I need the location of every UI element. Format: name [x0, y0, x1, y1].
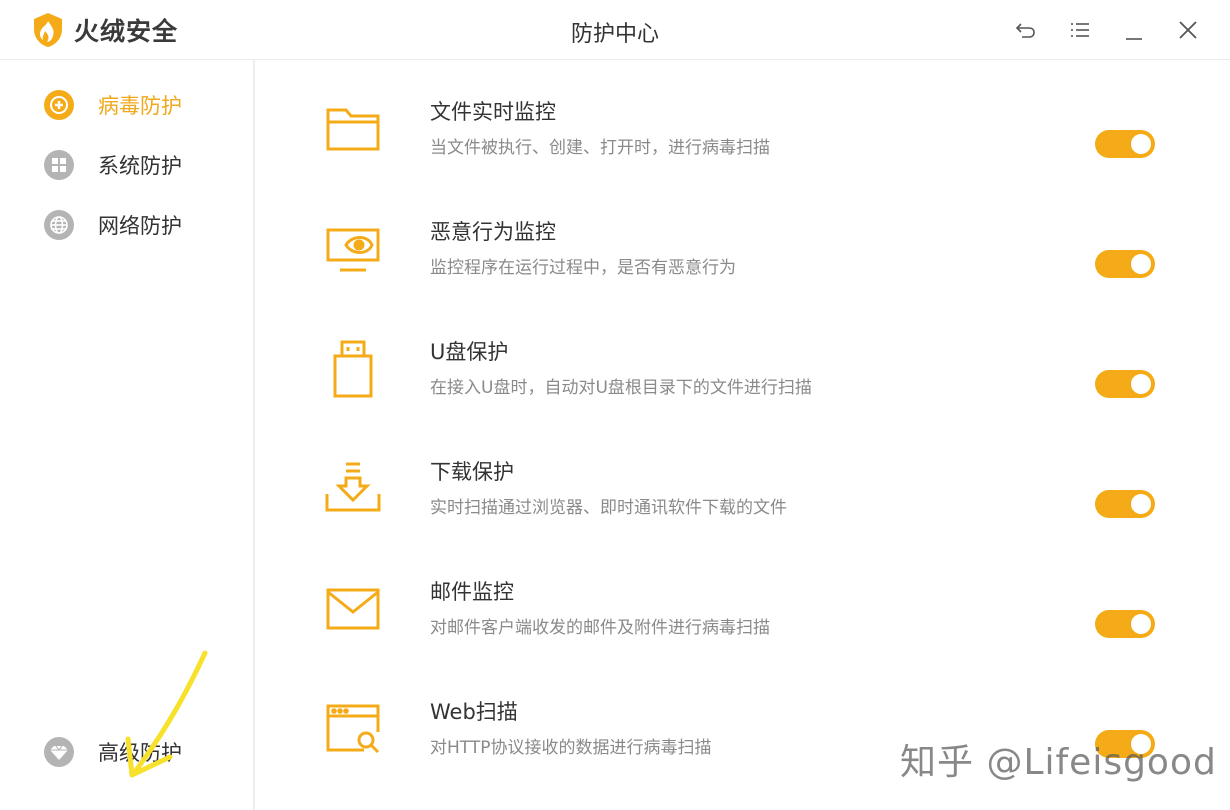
watermark: 知乎 @Lifeisgood — [900, 742, 1217, 783]
plus-circle-icon — [44, 90, 74, 120]
toggle-knob — [1131, 614, 1151, 634]
title-bar: 火绒安全 防护中心 — [0, 0, 1230, 60]
feature-toggle[interactable] — [1095, 610, 1155, 638]
toggle-knob — [1131, 374, 1151, 394]
sidebar-item-label: 网络防护 — [98, 214, 182, 238]
feature-toggle[interactable] — [1095, 250, 1155, 278]
feature-list: 文件实时监控 当文件被执行、创建、打开时，进行病毒扫描 恶意行为监控 监控程序在… — [258, 60, 1230, 810]
folder-icon — [326, 108, 380, 151]
feature-toggle[interactable] — [1095, 370, 1155, 398]
feature-title: 恶意行为监控 — [430, 220, 556, 244]
feature-description: 当文件被执行、创建、打开时，进行病毒扫描 — [430, 138, 770, 158]
feature-row-usb-protection: U盘保护 在接入U盘时，自动对U盘根目录下的文件进行扫描 — [258, 300, 1230, 410]
feature-description: 监控程序在运行过程中，是否有恶意行为 — [430, 258, 736, 278]
feature-row-malicious-behavior: 恶意行为监控 监控程序在运行过程中，是否有恶意行为 — [258, 180, 1230, 290]
back-icon[interactable] — [1012, 16, 1040, 44]
feature-row-download-protection: 下载保护 实时扫描通过浏览器、即时通讯软件下载的文件 — [258, 420, 1230, 530]
feature-title: Web扫描 — [430, 700, 518, 724]
feature-toggle[interactable] — [1095, 130, 1155, 158]
sidebar: 病毒防护 系统防护 网络防护 高级防护 — [0, 60, 255, 810]
diamond-icon — [44, 737, 74, 767]
feature-row-mail-monitor: 邮件监控 对邮件客户端收发的邮件及附件进行病毒扫描 — [258, 540, 1230, 650]
feature-toggle[interactable] — [1095, 490, 1155, 518]
feature-title: 文件实时监控 — [430, 100, 556, 124]
windows-icon — [44, 150, 74, 180]
sidebar-item-network-protection[interactable]: 网络防护 — [44, 207, 182, 243]
toggle-knob — [1131, 254, 1151, 274]
envelope-icon — [326, 588, 380, 630]
feature-row-file-monitor: 文件实时监控 当文件被执行、创建、打开时，进行病毒扫描 — [258, 60, 1230, 170]
minimize-icon[interactable] — [1120, 16, 1148, 44]
sidebar-item-system-protection[interactable]: 系统防护 — [44, 147, 182, 183]
feature-title: 下载保护 — [430, 460, 514, 484]
browser-search-icon — [326, 704, 380, 754]
feature-description: 实时扫描通过浏览器、即时通讯软件下载的文件 — [430, 498, 787, 518]
sidebar-item-label: 系统防护 — [98, 154, 182, 178]
feature-title: 邮件监控 — [430, 580, 514, 604]
annotation-arrow — [125, 650, 208, 778]
feature-description: 在接入U盘时，自动对U盘根目录下的文件进行扫描 — [430, 378, 812, 398]
usb-drive-icon — [333, 340, 373, 398]
feature-description: 对邮件客户端收发的邮件及附件进行病毒扫描 — [430, 618, 770, 638]
monitor-eye-icon — [326, 228, 380, 272]
window-title: 防护中心 — [570, 22, 659, 47]
download-tray-icon — [325, 462, 381, 512]
feature-description: 对HTTP协议接收的数据进行病毒扫描 — [430, 738, 712, 758]
close-icon[interactable] — [1174, 16, 1202, 44]
feature-title: U盘保护 — [430, 340, 509, 364]
globe-icon — [44, 210, 74, 240]
toggle-knob — [1131, 134, 1151, 154]
toggle-knob — [1131, 494, 1151, 514]
menu-icon[interactable] — [1066, 16, 1094, 44]
sidebar-item-label: 病毒防护 — [98, 94, 182, 118]
sidebar-item-virus-protection[interactable]: 病毒防护 — [44, 87, 182, 123]
